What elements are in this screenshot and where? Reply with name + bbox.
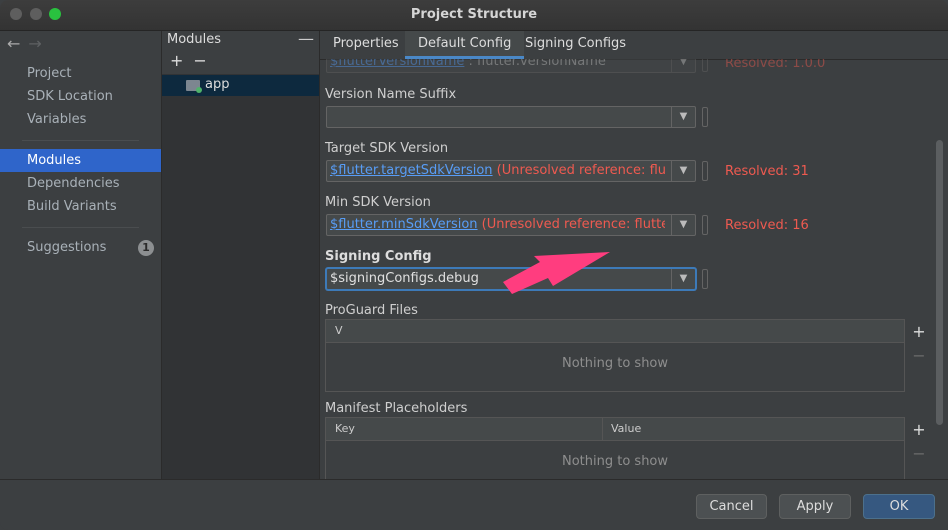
ok-button[interactable]: OK [863, 494, 935, 519]
dialog-footer: Cancel Apply OK [0, 479, 948, 530]
apply-button[interactable]: Apply [779, 494, 851, 519]
cancel-button[interactable]: Cancel [696, 494, 767, 519]
project-structure-window: Project Structure ← → Project SDK Locatio… [0, 0, 948, 530]
annotation-arrow-icon [503, 252, 610, 294]
